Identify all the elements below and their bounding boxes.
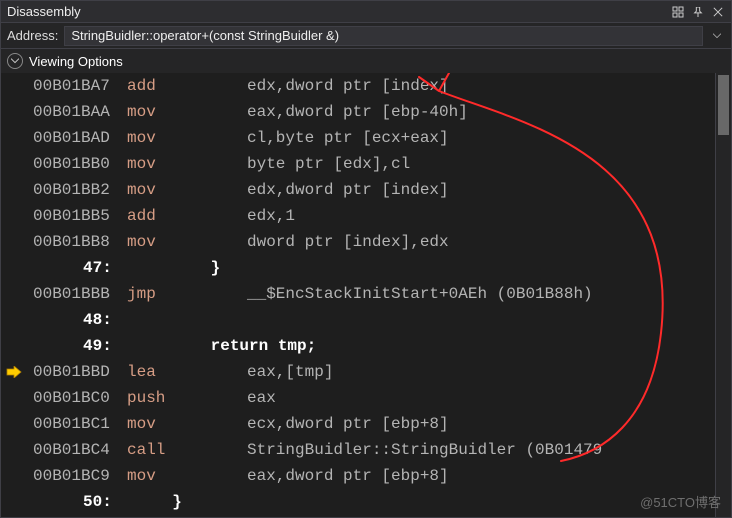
source-line-number: 49: [27,337,153,355]
operands: ecx,dword ptr [ebp+8] [247,415,449,433]
asm-line[interactable]: 00B01BBBjmp__$EncStackInitStart+0AEh (0B… [1,281,715,307]
pin-icon[interactable] [691,5,705,19]
operands: edx,1 [247,207,295,225]
address: 00B01BBB [27,285,127,303]
asm-line[interactable]: 00B01BA7addedx,dword ptr [index] [1,73,715,99]
mnemonic: mov [127,467,247,485]
address: 00B01BB2 [27,181,127,199]
address-label: Address: [7,28,58,43]
disassembly-panel: Disassembly Address: Viewing Options 00B… [0,0,732,518]
operands: eax,dword ptr [ebp+8] [247,467,449,485]
address: 00B01BB8 [27,233,127,251]
instruction-pointer-icon[interactable] [1,366,27,378]
asm-line[interactable]: 00B01BB8movdword ptr [index],edx [1,229,715,255]
mnemonic: add [127,207,247,225]
source-code: } [153,493,182,511]
address-input[interactable] [64,26,703,46]
address-bar: Address: [1,23,731,49]
operands: eax,dword ptr [ebp-40h] [247,103,468,121]
asm-line[interactable]: 00B01BC4callStringBuidler::StringBuidler… [1,437,715,463]
scrollbar-thumb[interactable] [718,75,729,135]
operands: StringBuidler::StringBuidler (0B01479 [247,441,602,459]
address: 00B01BC0 [27,389,127,407]
address: 00B01BC4 [27,441,127,459]
source-line[interactable]: 47: } [1,255,715,281]
operands: byte ptr [edx],cl [247,155,410,173]
source-line[interactable]: 49: return tmp; [1,333,715,359]
asm-line[interactable]: 00B01BC9moveax,dword ptr [ebp+8] [1,463,715,489]
operands: __$EncStackInitStart+0AEh (0B01B88h) [247,285,593,303]
source-code: } [153,259,220,277]
titlebar: Disassembly [1,1,731,23]
asm-line[interactable]: 00B01BADmovcl,byte ptr [ecx+eax] [1,125,715,151]
mnemonic: push [127,389,247,407]
operands: edx,dword ptr [index] [247,181,449,199]
source-line[interactable]: 50: } [1,489,715,515]
mnemonic: mov [127,181,247,199]
mnemonic: add [127,77,247,95]
window-position-icon[interactable] [671,5,685,19]
address: 00B01BC1 [27,415,127,433]
close-icon[interactable] [711,5,725,19]
address: 00B01BBD [27,363,127,381]
source-line-number: 50: [27,493,153,511]
address: 00B01BC9 [27,467,127,485]
asm-line[interactable]: 00B01BB2movedx,dword ptr [index] [1,177,715,203]
asm-line[interactable]: 00B01BBDleaeax,[tmp] [1,359,715,385]
source-line-number: 48: [27,311,153,329]
operands: edx,dword ptr [index] [247,77,449,95]
address: 00B01BAA [27,103,127,121]
operands: eax,[tmp] [247,363,333,381]
mnemonic: mov [127,415,247,433]
source-code: return tmp; [153,337,316,355]
panel-title: Disassembly [7,4,81,19]
operands: eax [247,389,276,407]
mnemonic: call [127,441,247,459]
asm-line[interactable]: 00B01BB0movbyte ptr [edx],cl [1,151,715,177]
source-line[interactable]: 48: [1,307,715,333]
asm-line[interactable]: 00B01BC0pusheax [1,385,715,411]
disassembly-listing: 00B01BA7addedx,dword ptr [index]00B01BAA… [1,73,731,517]
asm-line[interactable]: 00B01BC1movecx,dword ptr [ebp+8] [1,411,715,437]
operands: dword ptr [index],edx [247,233,449,251]
chevron-down-icon [7,53,23,69]
address: 00B01BB0 [27,155,127,173]
address: 00B01BA7 [27,77,127,95]
viewing-options-label: Viewing Options [29,54,123,69]
source-line-number: 47: [27,259,153,277]
operands: cl,byte ptr [ecx+eax] [247,129,449,147]
mnemonic: jmp [127,285,247,303]
mnemonic: lea [127,363,247,381]
viewing-options-toggle[interactable]: Viewing Options [1,49,731,73]
asm-line[interactable]: 00B01BB5addedx,1 [1,203,715,229]
asm-line[interactable]: 00B01BAAmoveax,dword ptr [ebp-40h] [1,99,715,125]
address: 00B01BB5 [27,207,127,225]
vertical-scrollbar[interactable]: ▲ [715,73,731,517]
mnemonic: mov [127,129,247,147]
address: 00B01BAD [27,129,127,147]
mnemonic: mov [127,233,247,251]
address-dropdown-icon[interactable] [709,26,725,46]
mnemonic: mov [127,155,247,173]
mnemonic: mov [127,103,247,121]
